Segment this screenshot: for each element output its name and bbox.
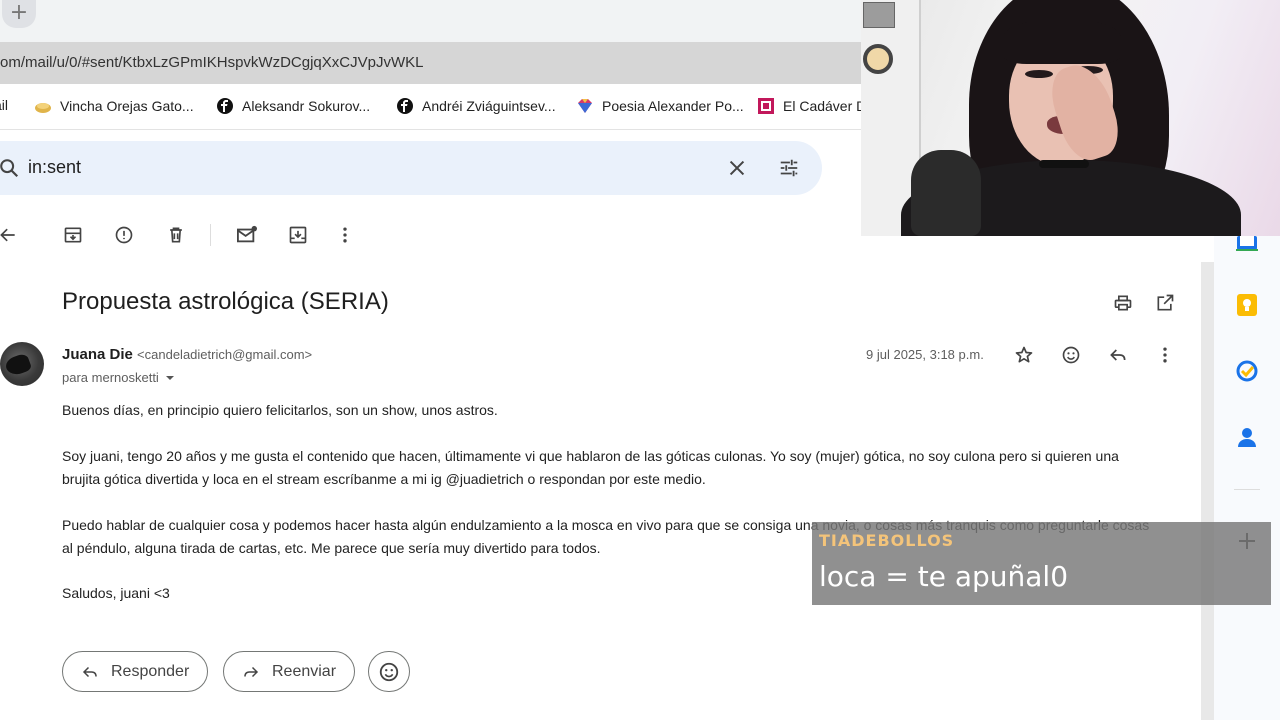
facebook-icon <box>397 98 413 114</box>
reply-icon <box>1110 349 1126 361</box>
reply-button[interactable]: Responder <box>62 651 209 692</box>
tab-strip: + <box>0 0 862 42</box>
forward-button[interactable]: Reenviar <box>223 651 356 692</box>
star-button[interactable] <box>1011 342 1037 368</box>
star-icon <box>1015 346 1033 363</box>
bookmark-gmail[interactable]: ail <box>0 97 8 113</box>
back-arrow-icon <box>0 228 15 242</box>
webcam-person-choker <box>1039 160 1089 168</box>
search-icon[interactable] <box>0 157 20 179</box>
gem-icon <box>578 99 592 113</box>
delete-icon <box>170 227 182 243</box>
webcam-person-bangs <box>1003 20 1121 64</box>
sender-name[interactable]: Juana Die <box>62 346 133 363</box>
side-panel-divider <box>1234 489 1260 490</box>
bookmark-label: Aleksandr Sokurov... <box>242 98 371 114</box>
reply-icon <box>82 666 97 677</box>
chat-username: TIADEBOLLOS <box>819 531 955 550</box>
archive-button[interactable] <box>60 222 86 248</box>
open-new-window-button[interactable] <box>1152 290 1178 316</box>
webcam-ring-light <box>863 44 893 74</box>
search-input[interactable]: in:sent <box>28 157 81 178</box>
tune-icon[interactable] <box>778 157 800 179</box>
contacts-icon[interactable] <box>1236 426 1258 448</box>
forward-icon <box>244 666 259 677</box>
chat-message-text: loca = te apuñal0 <box>819 560 1069 593</box>
archive-icon <box>64 227 82 243</box>
emoji-react-button[interactable] <box>368 651 410 692</box>
url-text: om/mail/u/0/#sent/KtbxLzGPmIKHspvkWzDCgj… <box>0 54 424 71</box>
print-button[interactable] <box>1110 290 1136 316</box>
open-in-new-icon <box>1157 294 1174 311</box>
bookmarks-bar: ail Vincha Orejas Gato... Aleksandr Soku… <box>0 84 866 130</box>
bookmark-zviaguintsev[interactable]: Andréi Zviáguintsev... <box>396 97 556 115</box>
bookmark-sokurov[interactable]: Aleksandr Sokurov... <box>216 97 370 115</box>
emoji-reaction-button[interactable] <box>1058 342 1084 368</box>
keep-icon[interactable] <box>1236 294 1258 316</box>
back-button[interactable] <box>0 222 21 248</box>
more-vert-icon <box>343 227 347 243</box>
reply-icon-button[interactable] <box>1105 342 1131 368</box>
report-spam-button[interactable] <box>111 222 137 248</box>
message-more-button[interactable] <box>1152 342 1178 368</box>
bookmark-label: ail <box>0 97 9 113</box>
recipient-text: para mernosketti <box>62 370 159 385</box>
move-to-button[interactable] <box>285 222 311 248</box>
search-bar[interactable]: in:sent <box>0 141 822 195</box>
move-to-icon <box>289 226 307 244</box>
bookmark-label: Poesia Alexander Po... <box>602 98 744 114</box>
report-spam-icon <box>115 226 133 244</box>
forward-label: Reenviar <box>272 662 337 680</box>
emoji-icon <box>379 662 399 681</box>
webcam-wall-picture <box>863 2 895 28</box>
email-body-paragraph: Buenos días, en principio quiero felicit… <box>62 402 498 418</box>
scrollbar[interactable] <box>1201 262 1214 720</box>
bookmark-vincha[interactable]: Vincha Orejas Gato... <box>34 97 194 115</box>
sender-email: <candeladietrich@gmail.com> <box>137 347 313 362</box>
tasks-icon[interactable] <box>1236 360 1258 382</box>
webcam-overlay <box>861 0 1280 236</box>
email-body-paragraph: Soy juani, tengo 20 años y me gusta el c… <box>62 448 1119 487</box>
emoji-icon <box>1062 346 1080 364</box>
stream-chat-message: TIADEBOLLOS loca = te apuñal0 <box>812 522 1271 605</box>
grid-icon <box>758 98 774 114</box>
delete-button[interactable] <box>163 222 189 248</box>
bookmark-poesia[interactable]: Poesia Alexander Po... <box>576 97 744 115</box>
sender-avatar[interactable] <box>0 342 44 386</box>
bookmark-label: El Cadáver D <box>783 98 867 114</box>
bookmark-label: Andréi Zviáguintsev... <box>422 98 556 114</box>
print-icon <box>1114 295 1132 311</box>
webcam-person-eye <box>1025 70 1053 78</box>
sender-line: Juana Die <candeladietrich@gmail.com> <box>62 346 312 363</box>
facebook-icon <box>217 98 233 114</box>
shop-icon <box>35 103 51 113</box>
calendar-icon[interactable] <box>1236 236 1258 258</box>
email-date: 9 jul 2025, 3:18 p.m. <box>866 347 984 362</box>
mark-unread-button[interactable] <box>234 222 260 248</box>
address-bar[interactable]: om/mail/u/0/#sent/KtbxLzGPmIKHspvkWzDCgj… <box>0 42 862 84</box>
new-tab-button[interactable]: + <box>2 0 36 28</box>
webcam-microphone <box>911 150 981 236</box>
more-options-button[interactable] <box>332 222 358 248</box>
reply-label: Responder <box>111 662 190 680</box>
more-vert-icon <box>1163 347 1167 363</box>
mark-unread-icon <box>237 225 257 243</box>
bookmark-cadaver[interactable]: El Cadáver D <box>757 97 866 115</box>
clear-icon[interactable] <box>726 157 748 179</box>
email-subject: Propuesta astrológica (SERIA) <box>62 288 389 315</box>
toolbar-divider <box>210 224 211 246</box>
bookmark-label: Vincha Orejas Gato... <box>60 98 194 114</box>
caret-down-icon[interactable] <box>165 373 175 383</box>
recipient-line[interactable]: para mernosketti <box>62 370 175 385</box>
